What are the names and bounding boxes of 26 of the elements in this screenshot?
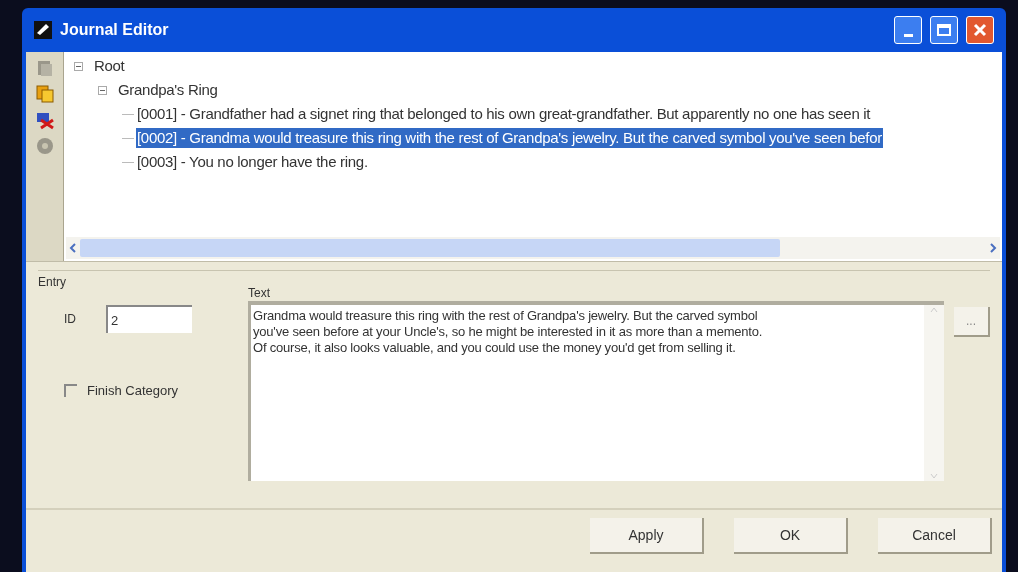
tree-item[interactable]: [0002] - Grandma would treasure this ring with the rest of Grandpa's jewelry. But the carved symbol you've seen befor — [136, 128, 883, 148]
dialog-button[interactable]: OK — [734, 518, 848, 554]
id-label: ID — [64, 311, 76, 328]
tree-item[interactable]: [0001] - Grandfather had a signet ring that belonged to his own great-grandfather. But apparently no one has seen it — [136, 104, 872, 124]
dialog-button[interactable]: Cancel — [878, 518, 992, 554]
app-icon — [34, 21, 52, 39]
expander-icon[interactable] — [74, 61, 83, 71]
maximize-button[interactable] — [930, 16, 958, 44]
settings-icon[interactable] — [34, 136, 55, 156]
expander-icon[interactable] — [98, 85, 107, 95]
delete-icon[interactable] — [34, 110, 55, 130]
tree-item[interactable]: [0003] - You no longer have the ring. — [136, 152, 369, 172]
id-field[interactable]: 2 — [106, 305, 192, 333]
close-icon — [973, 23, 987, 37]
tree-item[interactable]: Grandpa's Ring — [117, 80, 219, 100]
minimize-button[interactable] — [894, 16, 922, 44]
dialog-button[interactable]: Apply — [590, 518, 704, 554]
checkbox-label: Finish Category — [87, 382, 179, 400]
close-button[interactable] — [966, 16, 994, 44]
scrollbar-thumb[interactable] — [80, 239, 780, 257]
window-title: Journal Editor — [60, 20, 170, 40]
copy-icon[interactable] — [34, 84, 55, 104]
tree-item[interactable]: Root — [93, 56, 126, 76]
horizontal-scrollbar[interactable] — [66, 237, 1000, 259]
text-area[interactable]: Grandma would treasure this ring with the rest of Grandpa's jewelry. But the carved symbol you've seen before at your Uncle's, so he might be interested in it as more than a memento. Of course, it also looks valuable, and you could use the money you'd get from selling it. — [248, 301, 944, 481]
text-label: Text — [248, 285, 271, 301]
